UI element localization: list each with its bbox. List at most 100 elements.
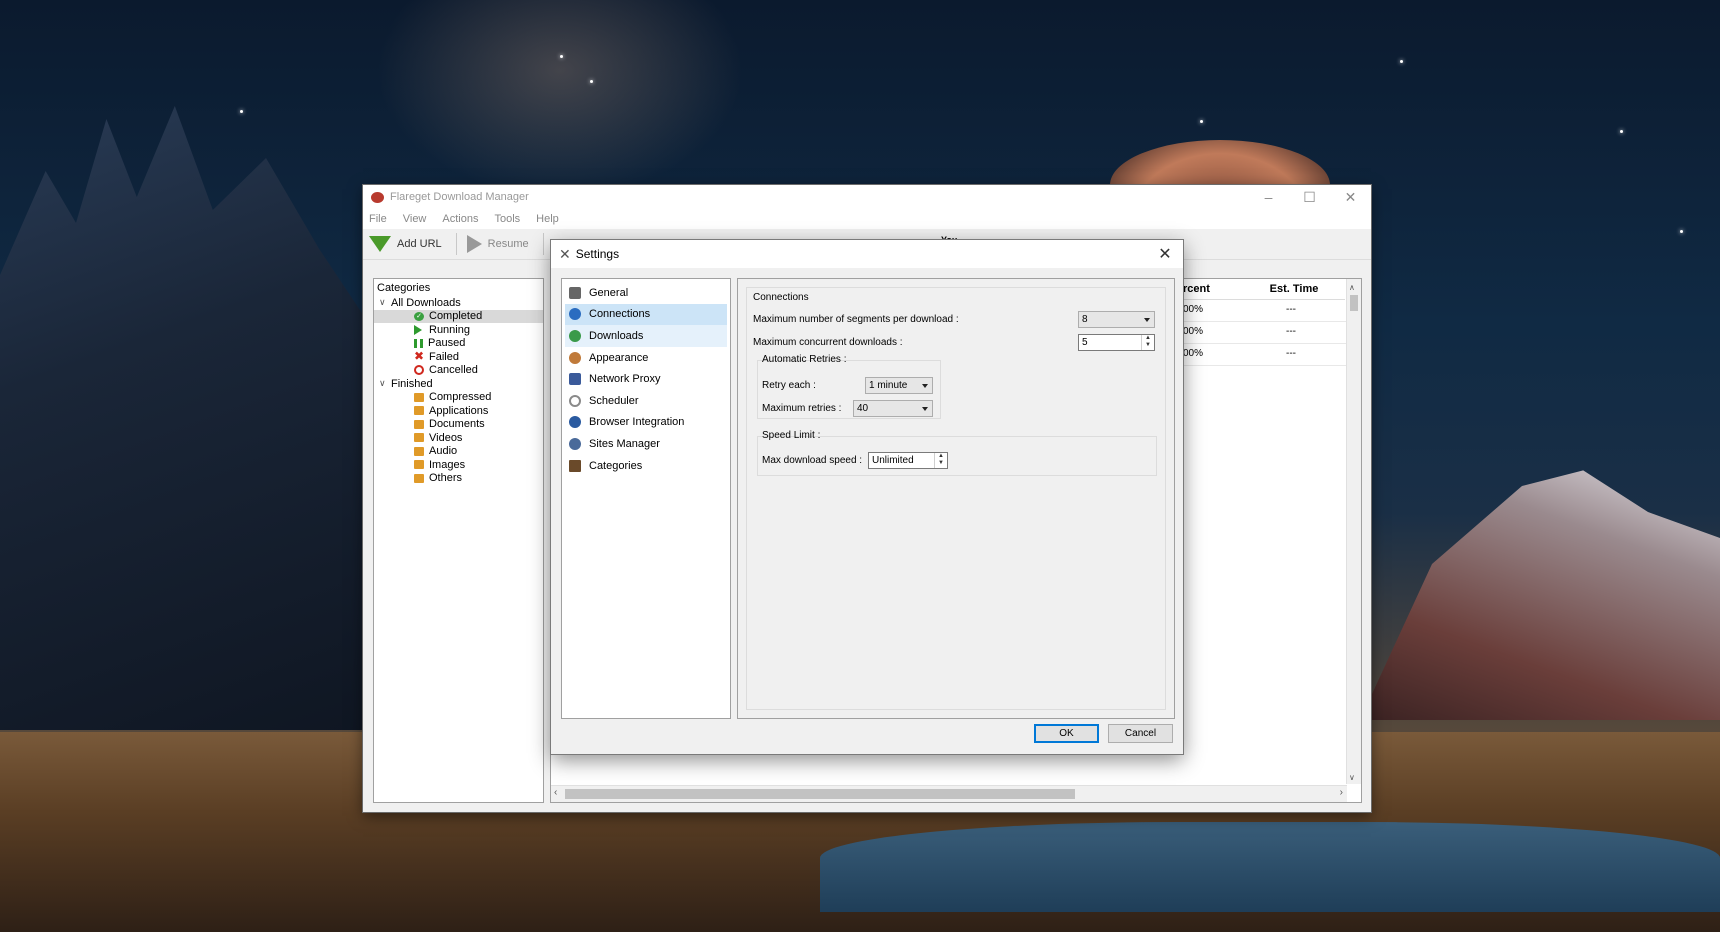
speed-limit-title: Speed Limit :: [762, 430, 821, 441]
tree-label: Paused: [428, 337, 466, 350]
spin-arrows-icon[interactable]: ▲ ▼: [934, 453, 947, 468]
scroll-thumb[interactable]: [565, 789, 1075, 799]
scroll-left-icon[interactable]: ‹: [554, 787, 557, 798]
main-window-title: Flareget Download Manager: [390, 191, 529, 203]
nav-general[interactable]: General: [562, 282, 730, 304]
menu-actions[interactable]: Actions: [442, 213, 478, 225]
max-speed-label: Max download speed :: [762, 455, 863, 466]
tree-label: Images: [429, 458, 466, 471]
spin-value: Unlimited: [872, 455, 914, 466]
nav-network-proxy[interactable]: Network Proxy: [562, 368, 730, 390]
cell-est-time: ---: [1286, 326, 1296, 337]
nav-categories[interactable]: Categories: [562, 455, 730, 477]
tree-item-paused[interactable]: Paused: [374, 337, 543, 351]
tree-item-others[interactable]: Others: [374, 472, 543, 486]
tree-node-all-downloads[interactable]: ∨ All Downloads: [374, 296, 543, 310]
nav-label: General: [589, 286, 629, 299]
retry-each-select[interactable]: 1 minute: [865, 377, 933, 394]
max-segments-label: Maximum number of segments per download …: [753, 314, 959, 325]
menu-tools[interactable]: Tools: [494, 213, 520, 225]
nav-label: Downloads: [589, 329, 644, 342]
tree-node-finished[interactable]: ∨ Finished: [374, 377, 543, 391]
scroll-right-icon[interactable]: ›: [1340, 787, 1343, 798]
toolbar-separator: [542, 233, 544, 255]
vertical-scrollbar[interactable]: ∧ ∨: [1346, 279, 1361, 784]
tree-item-running[interactable]: Running: [374, 323, 543, 337]
tree-item-documents[interactable]: Documents: [374, 418, 543, 432]
scroll-up-icon[interactable]: ∧: [1349, 283, 1355, 292]
chevron-down-icon: [922, 407, 928, 411]
menu-help[interactable]: Help: [536, 213, 559, 225]
spin-arrows-icon[interactable]: ▲ ▼: [1141, 335, 1154, 350]
scroll-thumb[interactable]: [1350, 295, 1358, 311]
folder-icon: [414, 446, 424, 456]
max-concurrent-spinbox[interactable]: 5 ▲ ▼: [1078, 334, 1155, 351]
nav-label: Appearance: [589, 351, 649, 364]
tree-item-videos[interactable]: Videos: [374, 431, 543, 445]
pause-icon: [414, 338, 423, 348]
tree-label: Applications: [429, 404, 489, 417]
tree-item-applications[interactable]: Applications: [374, 404, 543, 418]
star: [1200, 120, 1203, 123]
nav-downloads[interactable]: Downloads: [565, 325, 727, 347]
max-segments-select[interactable]: 8: [1078, 311, 1155, 328]
nav-browser-integration[interactable]: Browser Integration: [562, 412, 730, 434]
column-header-percent[interactable]: rcent: [1183, 279, 1243, 300]
scheduler-icon: [569, 394, 581, 407]
ok-button[interactable]: OK: [1034, 724, 1099, 743]
nav-label: Categories: [589, 459, 643, 472]
maximize-icon[interactable]: ☐: [1289, 185, 1330, 209]
tree-label: Compressed: [429, 391, 492, 404]
nav-label: Scheduler: [589, 394, 639, 407]
tree-item-cancelled[interactable]: Cancelled: [374, 364, 543, 378]
expand-arrow-icon[interactable]: ∨: [379, 378, 389, 389]
expand-arrow-icon[interactable]: ∨: [379, 297, 389, 308]
folder-icon: [414, 460, 424, 470]
tree-item-audio[interactable]: Audio: [374, 445, 543, 459]
cancel-icon: [414, 365, 424, 376]
max-retries-select[interactable]: 40: [853, 400, 933, 417]
nav-appearance[interactable]: Appearance: [562, 347, 730, 369]
nav-sites-manager[interactable]: Sites Manager: [562, 433, 730, 455]
nav-label: Sites Manager: [589, 437, 660, 450]
menu-file[interactable]: File: [369, 213, 387, 225]
settings-title-bar[interactable]: ✕ Settings ✕: [551, 240, 1183, 268]
settings-dialog: ✕ Settings ✕ General Connections Downloa…: [551, 240, 1183, 754]
toolbar-separator: [455, 233, 457, 255]
add-url-button[interactable]: Add URL: [369, 236, 442, 252]
tree-item-compressed[interactable]: Compressed: [374, 391, 543, 405]
select-value: 8: [1082, 314, 1088, 325]
folder-icon: [414, 433, 424, 443]
auto-retries-title: Automatic Retries :: [762, 354, 847, 365]
max-speed-spinbox[interactable]: Unlimited ▲ ▼: [868, 452, 948, 469]
nav-label: Network Proxy: [589, 373, 661, 386]
appearance-icon: [569, 351, 581, 364]
tree-label: Cancelled: [429, 364, 478, 377]
scroll-down-icon[interactable]: ∨: [1349, 773, 1355, 782]
minimize-icon[interactable]: –: [1248, 185, 1289, 209]
tree-item-completed[interactable]: ✓ Completed: [374, 309, 543, 323]
general-icon: [569, 286, 581, 299]
categories-icon: [569, 459, 581, 472]
tree-item-images[interactable]: Images: [374, 458, 543, 472]
folder-icon: [414, 406, 424, 416]
max-concurrent-label: Maximum concurrent downloads :: [753, 337, 903, 348]
sites-icon: [569, 437, 581, 450]
close-icon[interactable]: ✕: [1153, 243, 1177, 265]
menu-view[interactable]: View: [403, 213, 427, 225]
tree-item-failed[interactable]: ✖ Failed: [374, 350, 543, 364]
downloads-icon: [569, 329, 581, 342]
main-title-bar[interactable]: Flareget Download Manager – ☐ ✕: [363, 185, 1371, 209]
close-icon[interactable]: ✕: [1330, 185, 1371, 209]
tree-label: Documents: [429, 418, 485, 431]
nav-connections[interactable]: Connections: [565, 303, 727, 326]
cancel-button[interactable]: Cancel: [1108, 724, 1173, 743]
cell-est-time: ---: [1286, 304, 1296, 315]
nav-scheduler[interactable]: Scheduler: [562, 390, 730, 412]
cell-percent: 00%: [1183, 348, 1204, 359]
connections-group: Connections Maximum number of segments p…: [746, 287, 1166, 710]
horizontal-scrollbar[interactable]: ‹ ›: [551, 785, 1347, 802]
resume-button[interactable]: Resume: [466, 235, 529, 253]
column-header-est-time[interactable]: Est. Time: [1243, 279, 1345, 300]
max-retries-label: Maximum retries :: [762, 403, 842, 414]
